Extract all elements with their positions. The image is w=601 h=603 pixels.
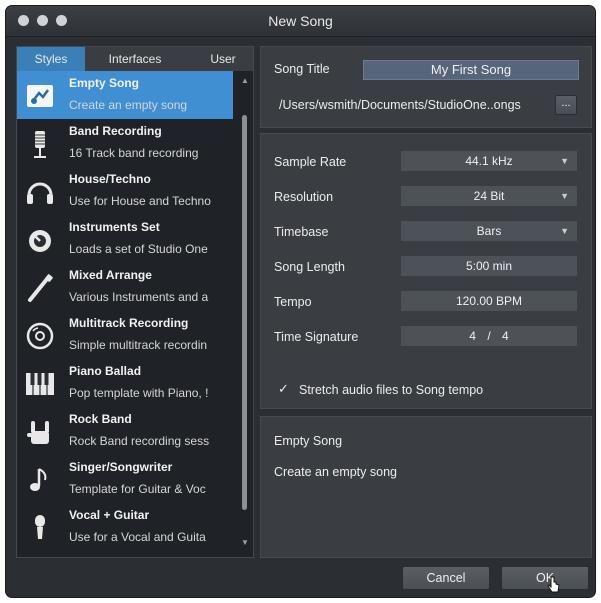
song-title-panel: Song Title My First Song /Users/wsmith/D… — [260, 46, 592, 128]
song-title-input[interactable]: My First Song — [363, 60, 579, 80]
template-desc: Pop template with Piano, ! — [69, 386, 209, 400]
scroll-down-arrow-icon[interactable]: ▼ — [241, 539, 249, 547]
time-signature-separator: / — [487, 329, 491, 343]
song-length-label: Song Length — [274, 260, 345, 274]
tab-styles[interactable]: Styles — [17, 47, 85, 71]
song-length-input[interactable]: 5:00 min — [401, 256, 577, 276]
music-note-icon — [25, 465, 55, 495]
time-signature-input[interactable]: 4 / 4 — [401, 326, 577, 346]
song-title-label: Song Title — [274, 62, 330, 76]
sample-rate-value: 44.1 kHz — [465, 154, 513, 168]
template-desc: Template for Guitar & Voc — [69, 482, 206, 496]
template-item-mixed-arrange[interactable]: Mixed Arrange Various Instruments and a — [17, 263, 233, 311]
template-item-multitrack-recording[interactable]: Multitrack Recording Simple multitrack r… — [17, 311, 233, 359]
scroll-up-arrow-icon[interactable]: ▲ — [241, 77, 249, 85]
guitar-neck-icon — [25, 273, 55, 303]
template-item-instruments-set[interactable]: Instruments Set Loads a set of Studio On… — [17, 215, 233, 263]
title-bar: New Song — [6, 6, 595, 37]
browser-tabs: Styles Interfaces User — [17, 47, 253, 71]
template-item-vocal-guitar[interactable]: Vocal + Guitar Use for a Vocal and Guita — [17, 503, 233, 551]
song-settings-panel: Sample Rate 44.1 kHz ▼ Resolution 24 Bit… — [260, 133, 592, 409]
resolution-select[interactable]: 24 Bit ▼ — [401, 186, 577, 206]
scrollbar-thumb[interactable] — [242, 115, 247, 510]
template-name: Instruments Set — [69, 220, 160, 234]
template-name: Piano Ballad — [69, 364, 142, 378]
timebase-label: Timebase — [274, 225, 329, 239]
template-name: Multitrack Recording — [69, 316, 189, 330]
template-browser: Styles Interfaces User Empty Song Create… — [16, 46, 254, 558]
timebase-value: Bars — [476, 224, 502, 238]
description-text: Create an empty song — [274, 465, 397, 479]
template-list-scrollbar[interactable]: ▲ ▼ — [241, 77, 249, 547]
time-signature-denominator[interactable]: 4 — [502, 329, 509, 343]
template-desc: Create an empty song — [69, 98, 188, 112]
template-desc: Use for House and Techno — [69, 194, 211, 208]
tempo-input[interactable]: 120.00 BPM — [401, 291, 577, 311]
template-item-empty-song[interactable]: Empty Song Create an empty song — [17, 71, 233, 119]
rock-hand-icon — [25, 417, 55, 447]
template-item-singer-songwriter[interactable]: Singer/Songwriter Template for Guitar & … — [17, 455, 233, 503]
chevron-down-icon: ▼ — [560, 226, 569, 236]
template-desc: Simple multitrack recordin — [69, 338, 208, 352]
sample-rate-label: Sample Rate — [274, 155, 347, 169]
template-name: Singer/Songwriter — [69, 460, 173, 474]
template-item-piano-ballad[interactable]: Piano Ballad Pop template with Piano, ! — [17, 359, 233, 407]
stretch-label: Stretch audio files to Song tempo — [299, 383, 484, 397]
chevron-down-icon: ▼ — [560, 156, 569, 166]
template-item-rock-band[interactable]: Rock Band Rock Band recording sess — [17, 407, 233, 455]
resolution-value: 24 Bit — [473, 189, 505, 203]
browse-path-button[interactable]: ... — [555, 95, 577, 115]
description-title: Empty Song — [274, 434, 343, 448]
time-signature-label: Time Signature — [274, 330, 359, 344]
tab-user[interactable]: User — [193, 47, 253, 71]
microphone-icon — [25, 129, 55, 159]
template-item-band-recording[interactable]: Band Recording 16 Track band recording — [17, 119, 233, 167]
time-signature-numerator[interactable]: 4 — [469, 329, 476, 343]
resolution-label: Resolution — [274, 190, 334, 204]
template-name: Vocal + Guitar — [69, 508, 150, 522]
new-song-dialog: New Song Styles Interfaces User Empty So… — [6, 6, 595, 597]
disc-icon — [25, 321, 55, 351]
vocal-mic-icon — [25, 513, 55, 543]
tempo-label: Tempo — [274, 295, 312, 309]
knob-icon — [25, 225, 55, 255]
window-title: New Song — [268, 13, 333, 29]
mouse-cursor-icon — [547, 576, 561, 594]
template-name: Rock Band — [69, 412, 132, 426]
empty-song-icon — [25, 81, 55, 111]
template-item-house-techno[interactable]: House/Techno Use for House and Techno — [17, 167, 233, 215]
headphones-icon — [25, 177, 55, 207]
template-name: Mixed Arrange — [69, 268, 152, 282]
piano-keys-icon — [25, 369, 55, 399]
tab-interfaces[interactable]: Interfaces — [99, 47, 171, 71]
template-desc: Rock Band recording sess — [69, 434, 210, 448]
cancel-button[interactable]: Cancel — [402, 566, 490, 590]
template-name: Empty Song — [69, 76, 140, 90]
template-desc: Various Instruments and a — [69, 290, 209, 304]
template-name: Band Recording — [69, 124, 162, 138]
template-description-panel: Empty Song Create an empty song — [260, 416, 592, 558]
chevron-down-icon: ▼ — [560, 191, 569, 201]
template-desc: Use for a Vocal and Guita — [69, 530, 206, 544]
timebase-select[interactable]: Bars ▼ — [401, 221, 577, 241]
sample-rate-select[interactable]: 44.1 kHz ▼ — [401, 151, 577, 171]
template-desc: 16 Track band recording — [69, 146, 199, 160]
template-list: Empty Song Create an empty song Band Rec… — [17, 71, 239, 557]
template-name: House/Techno — [69, 172, 151, 186]
stretch-checkbox[interactable]: ✓ — [278, 381, 289, 397]
template-desc: Loads a set of Studio One — [69, 242, 208, 256]
song-path-text: /Users/wsmith/Documents/StudioOne..ongs — [279, 98, 521, 112]
dialog-footer: Cancel OK — [6, 562, 595, 597]
ok-button[interactable]: OK — [501, 566, 589, 590]
